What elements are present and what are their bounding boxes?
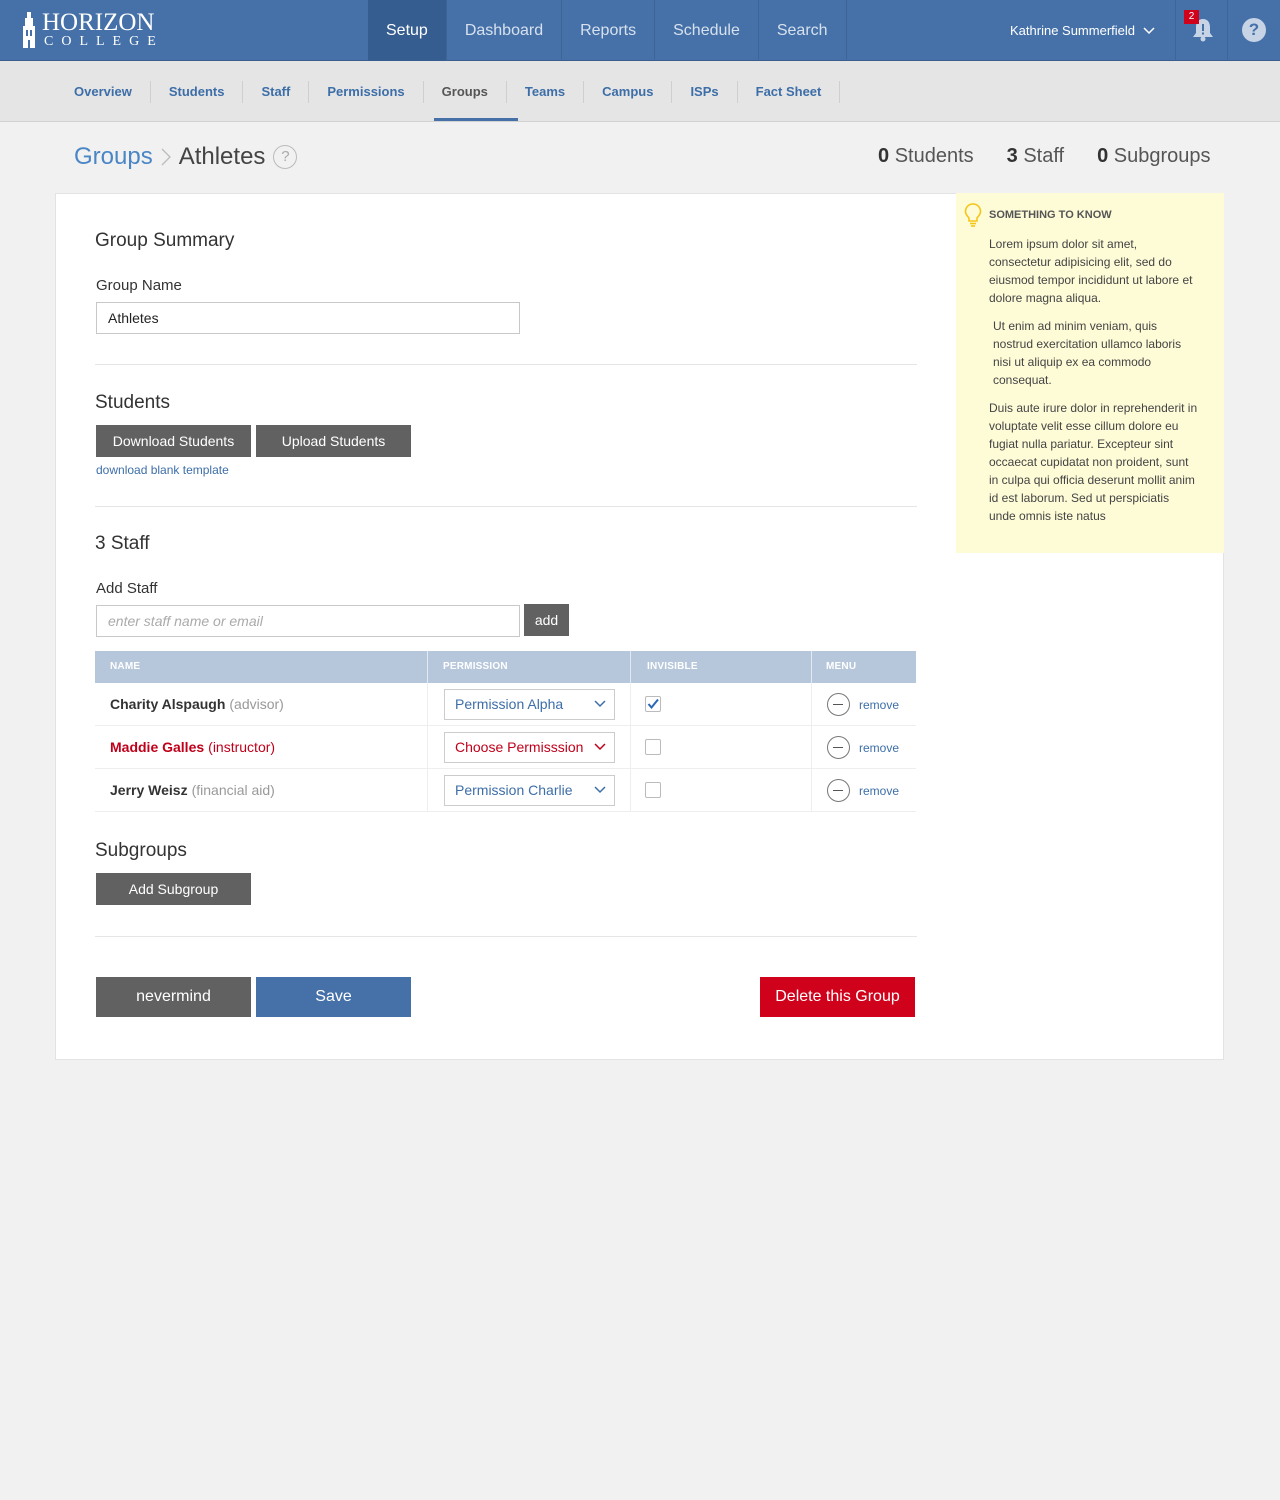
chevron-down-icon [594,743,606,751]
subnav-fact-sheet[interactable]: Fact Sheet [738,80,841,103]
upload-students-button[interactable]: Upload Students [256,425,411,457]
group-name-label: Group Name [96,277,182,294]
subnav-staff[interactable]: Staff [243,80,310,103]
subnav-permissions[interactable]: Permissions [309,80,424,103]
staff-role: (financial aid) [191,782,275,798]
main-nav: Setup Dashboard Reports Schedule Search [368,0,847,61]
horizon-college-logo[interactable]: HORIZON COLLEGE [18,10,158,52]
chevron-down-icon [594,786,606,794]
remove-link[interactable]: remove [859,698,899,712]
chevron-down-icon [1143,26,1155,34]
main-nav-search[interactable]: Search [759,0,847,61]
nevermind-button[interactable]: nevermind [96,977,251,1017]
main-nav-setup[interactable]: Setup [368,0,447,61]
permission-select[interactable]: Permission Charlie [444,775,615,806]
main-nav-dashboard[interactable]: Dashboard [447,0,563,61]
group-name-input[interactable] [96,302,520,334]
divider [95,506,917,507]
add-staff-label: Add Staff [96,580,158,597]
main-nav-reports[interactable]: Reports [562,0,656,61]
col-menu: MENU [826,661,857,672]
staff-role: (advisor) [229,696,284,712]
notification-count-badge: 2 [1184,10,1199,24]
remove-icon[interactable] [827,693,850,716]
delete-group-button[interactable]: Delete this Group [760,977,915,1017]
invisible-checkbox[interactable] [645,739,661,755]
download-template-link[interactable]: download blank template [96,463,229,477]
main-nav-schedule[interactable]: Schedule [655,0,759,61]
col-invisible: INVISIBLE [647,661,698,672]
subnav-campus[interactable]: Campus [584,80,673,103]
col-name: NAME [110,661,141,672]
add-staff-input[interactable] [96,605,520,637]
invisible-checkbox[interactable] [645,696,661,712]
sub-nav: Overview Students Staff Permissions Grou… [0,61,1280,122]
subgroups-heading: Subgroups [95,840,187,861]
divider [95,364,917,365]
logo-line1: HORIZON [42,9,155,36]
group-summary-heading: Group Summary [95,230,235,251]
staff-row: Jerry Weisz (financial aid) Permission Ch… [95,769,916,812]
add-staff-button[interactable]: add [524,604,569,636]
breadcrumb: Groups Athletes ? [74,143,298,171]
students-heading: Students [95,392,170,413]
count-subgroups: 0 Subgroups [1097,145,1211,167]
invisible-checkbox[interactable] [645,782,661,798]
top-bar: HORIZON COLLEGE Setup Dashboard Reports … [0,0,1280,61]
tip-paragraph: Ut enim ad minim veniam, quis nostrud ex… [993,319,1182,387]
subnav-groups[interactable]: Groups [424,80,507,103]
group-counts: 0 Students 3 Staff 0 Subgroups [878,145,1244,168]
question-icon[interactable]: ? [273,145,298,169]
checkmark-icon [647,698,659,710]
count-students: 0 Students [878,145,974,167]
tower-icon [23,12,35,48]
staff-row: Charity Alspaugh (advisor) Permission Alp… [95,683,916,726]
help-icon[interactable]: ? [1242,18,1266,42]
add-subgroup-button[interactable]: Add Subgroup [96,873,251,905]
lightbulb-icon [964,203,982,227]
remove-link[interactable]: remove [859,784,899,798]
chevron-right-icon [161,148,171,166]
staff-row: Maddie Galles (instructor) Choose Permiss… [95,726,916,769]
tip-paragraph: Lorem ipsum dolor sit amet, consectetur … [989,237,1193,305]
breadcrumb-groups-link[interactable]: Groups [74,143,153,171]
staff-name: Jerry Weisz (financial aid) [110,782,275,798]
download-students-button[interactable]: Download Students [96,425,251,457]
notifications-button[interactable]: 2 [1175,0,1228,61]
staff-name: Charity Alspaugh (advisor) [110,696,284,712]
subnav-students[interactable]: Students [151,80,244,103]
permission-select[interactable]: Permission Alpha [444,689,615,720]
user-menu[interactable]: Kathrine Summerfield [1010,0,1155,61]
divider [95,936,917,937]
remove-link[interactable]: remove [859,741,899,755]
count-staff: 3 Staff [1006,145,1065,167]
col-permission: PERMISSION [443,661,508,672]
staff-heading: 3 Staff [95,533,150,554]
remove-icon[interactable] [827,779,850,802]
remove-icon[interactable] [827,736,850,759]
user-name: Kathrine Summerfield [1010,23,1135,38]
subnav-isps[interactable]: ISPs [672,80,738,103]
chevron-down-icon [594,700,606,708]
staff-table-header: NAME PERMISSION INVISIBLE MENU [95,651,916,683]
tip-paragraph: Duis aute irure dolor in reprehenderit i… [989,401,1198,523]
logo-line2: COLLEGE [44,34,164,49]
page-title: Athletes [178,143,266,170]
permission-select[interactable]: Choose Permisssion [444,732,615,763]
tip-title: SOMETHING TO KNOW [989,209,1112,221]
active-tab-indicator [434,118,518,121]
save-button[interactable]: Save [256,977,411,1017]
staff-role: (instructor) [208,739,276,755]
subnav-teams[interactable]: Teams [507,80,585,103]
tip-panel: SOMETHING TO KNOW Lorem ipsum dolor sit … [956,193,1224,553]
subnav-overview[interactable]: Overview [56,80,151,103]
staff-name: Maddie Galles (instructor) [110,739,276,755]
